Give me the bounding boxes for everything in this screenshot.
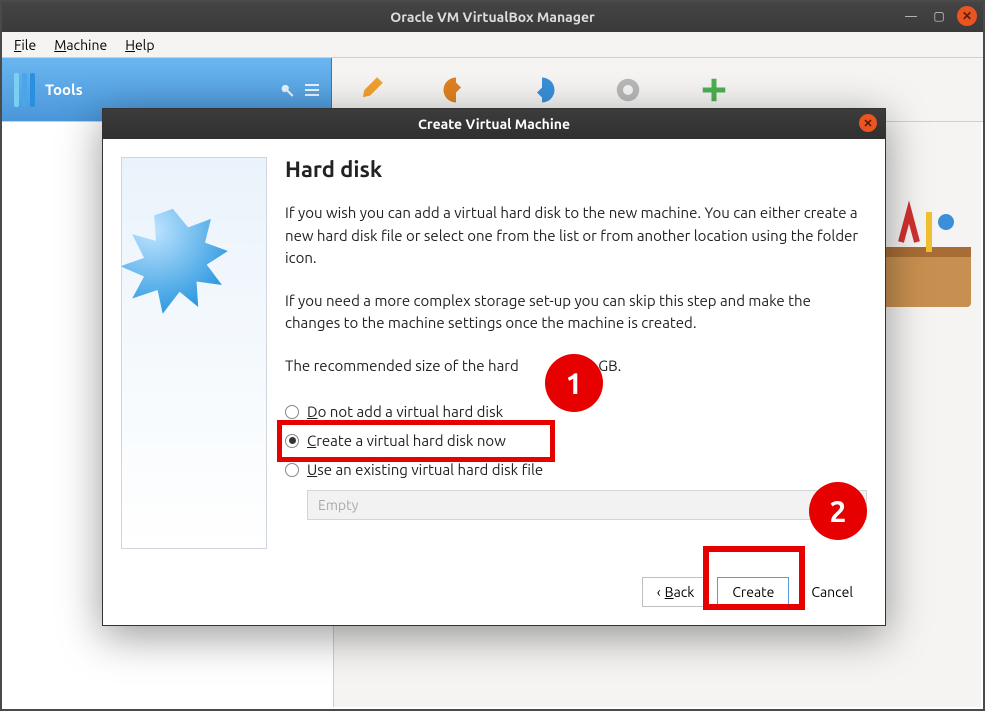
export-icon[interactable] — [524, 72, 560, 108]
existing-disk-combobox[interactable]: Empty — [307, 490, 867, 520]
tools-icon — [14, 73, 35, 107]
add-icon[interactable] — [696, 72, 732, 108]
import-icon[interactable] — [438, 72, 474, 108]
dialog-content: Hard disk If you wish you can add a virt… — [285, 157, 867, 549]
maximize-button[interactable]: ▢ — [929, 6, 949, 26]
radio-option-create[interactable]: Create a virtual hard disk now — [285, 426, 867, 455]
tools-right-icons — [277, 81, 319, 99]
minimize-button[interactable]: — — [901, 6, 921, 26]
create-button-label: Create — [732, 584, 774, 600]
dialog-close-button[interactable]: ✕ — [859, 114, 877, 132]
cancel-button[interactable]: Cancel — [797, 577, 867, 607]
radio-label-none: Do not add a virtual hard disk — [307, 403, 503, 420]
toolbox-illustration — [871, 192, 981, 322]
list-icon — [305, 84, 319, 96]
radio-icon — [285, 405, 299, 419]
create-vm-dialog: Create Virtual Machine ✕ Hard disk — [102, 108, 886, 626]
wrench-icon — [277, 81, 295, 99]
window-controls: — ▢ ✕ — [901, 6, 977, 26]
settings-icon[interactable] — [352, 72, 388, 108]
dialog-titlebar: Create Virtual Machine ✕ — [103, 109, 885, 139]
back-button[interactable]: ‹ Back — [642, 577, 710, 607]
menu-machine[interactable]: Machine — [54, 37, 107, 53]
dialog-body: Hard disk If you wish you can add a virt… — [103, 139, 885, 567]
hard-disk-radio-group: Do not add a virtual hard disk Create a … — [285, 397, 867, 520]
radio-label-existing: Use an existing virtual hard disk file — [307, 461, 543, 478]
menubar: File Machine Help — [2, 32, 983, 58]
radio-option-none[interactable]: Do not add a virtual hard disk — [285, 397, 867, 426]
existing-disk-value: Empty — [318, 497, 358, 513]
close-button[interactable]: ✕ — [957, 6, 977, 26]
dialog-footer: ‹ Back Create Cancel — [103, 567, 885, 625]
tools-label: Tools — [45, 81, 83, 98]
radio-icon — [285, 434, 299, 448]
main-window-titlebar: Oracle VM VirtualBox Manager — ▢ ✕ — [2, 2, 983, 32]
dialog-heading: Hard disk — [285, 157, 867, 182]
dialog-paragraph-1: If you wish you can add a virtual hard d… — [285, 202, 867, 270]
dialog-title: Create Virtual Machine — [418, 116, 570, 132]
menu-help[interactable]: Help — [125, 37, 154, 53]
menu-file[interactable]: File — [14, 37, 36, 53]
dialog-paragraph-2: If you need a more complex storage set-u… — [285, 290, 867, 335]
create-button[interactable]: Create — [717, 577, 789, 607]
dialog-illustration — [121, 157, 267, 549]
main-window-title: Oracle VM VirtualBox Manager — [390, 9, 595, 25]
radio-icon — [285, 463, 299, 477]
radio-option-existing[interactable]: Use an existing virtual hard disk file — [285, 455, 867, 484]
cancel-button-label: Cancel — [811, 584, 853, 600]
chevron-left-icon: ‹ — [657, 584, 661, 600]
radio-label-create: Create a virtual hard disk now — [307, 432, 506, 449]
new-gear-icon[interactable] — [610, 72, 646, 108]
dialog-paragraph-3: The recommended size of the hard disk is… — [285, 355, 867, 378]
